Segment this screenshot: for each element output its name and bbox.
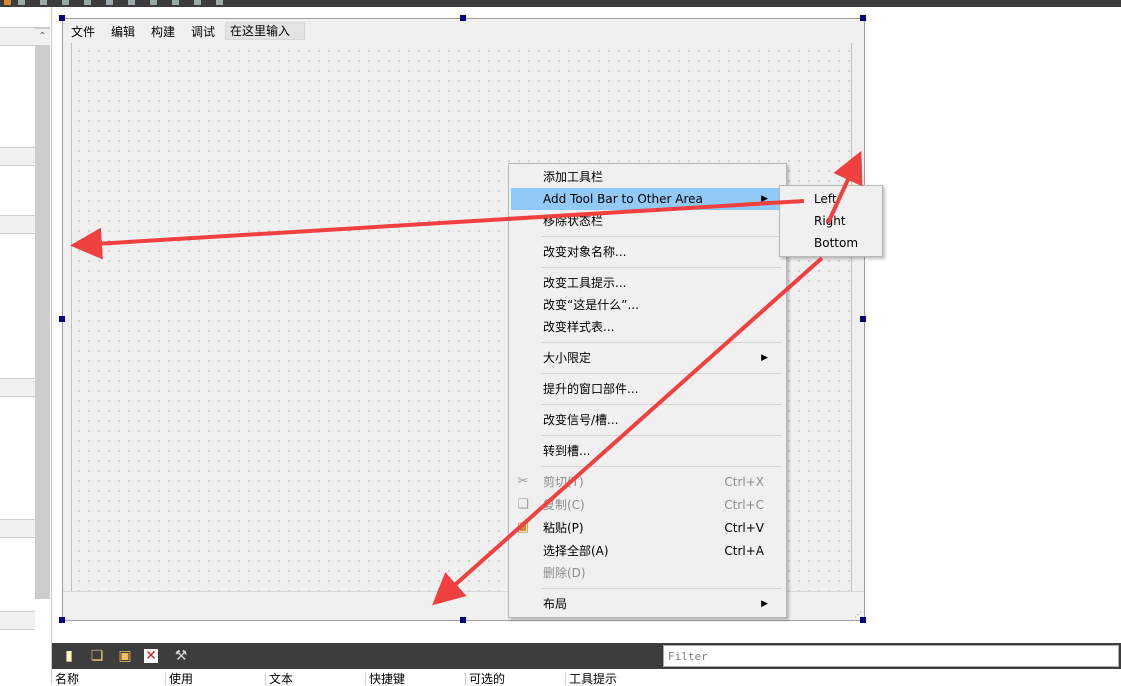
column-header-name[interactable]: 名称 bbox=[52, 673, 79, 685]
column-header-shortcut[interactable]: 快捷键 bbox=[365, 673, 405, 685]
arrow-to-left bbox=[70, 199, 805, 260]
column-header-tooltip[interactable]: 工具提示 bbox=[565, 673, 617, 685]
annotation-arrows bbox=[70, 150, 863, 606]
delete-action-icon[interactable]: ✕ bbox=[144, 649, 158, 663]
copy-action-icon[interactable]: ❏ bbox=[88, 647, 106, 665]
arrow-to-right bbox=[826, 150, 863, 224]
filter-input[interactable]: Filter bbox=[663, 645, 1119, 667]
action-editor-panel: ▮ ❏ ▣ ✕ ⚒ Filter 名称 使用 文本 快捷键 可选的 工具提示 bbox=[52, 643, 1121, 685]
column-header-checkable[interactable]: 可选的 bbox=[465, 673, 505, 685]
paste-action-icon[interactable]: ▣ bbox=[116, 647, 134, 665]
action-editor-toolbar: ▮ ❏ ▣ ✕ ⚒ Filter bbox=[52, 643, 1121, 669]
column-header-text[interactable]: 文本 bbox=[265, 673, 293, 685]
column-header-used[interactable]: 使用 bbox=[165, 673, 193, 685]
arrow-to-bottom bbox=[432, 256, 824, 606]
configure-wrench-icon[interactable]: ⚒ bbox=[172, 647, 190, 665]
action-table-header: 名称 使用 文本 快捷键 可选的 工具提示 bbox=[52, 669, 1121, 685]
new-action-icon[interactable]: ▮ bbox=[60, 647, 78, 665]
